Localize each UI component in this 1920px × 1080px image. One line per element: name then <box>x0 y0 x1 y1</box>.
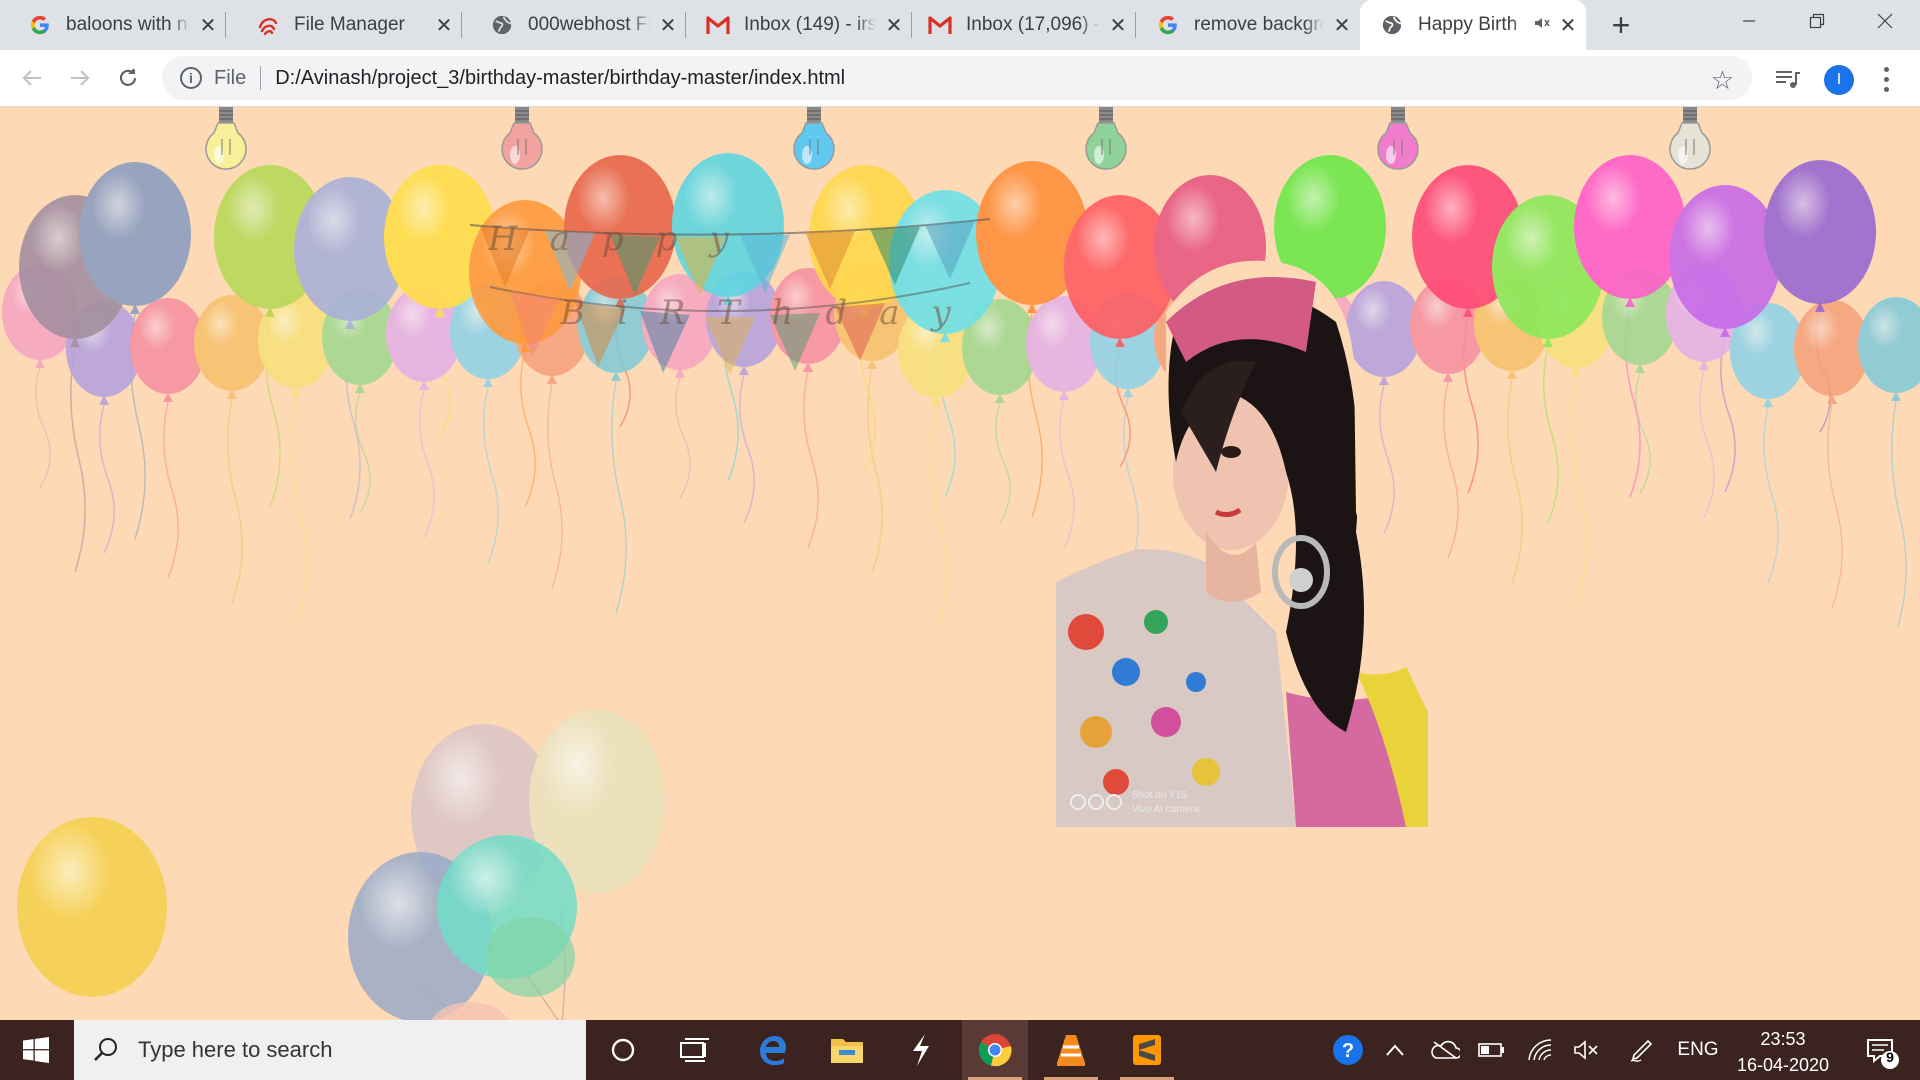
photo-watermark-line1: Shot on Y15 <box>1132 790 1187 801</box>
balloon-cluster <box>17 709 665 1020</box>
tab-title: File Manager <box>294 14 405 35</box>
tab-title: remove backgro <box>1194 14 1324 35</box>
kebab-menu-icon[interactable] <box>1876 64 1896 94</box>
light-bulb-icon <box>1080 107 1132 183</box>
close-icon[interactable]: ✕ <box>1108 15 1128 37</box>
tab-000webhost[interactable]: 000webhost File ✕ <box>462 0 686 50</box>
tab-title: Inbox (149) - irs <box>744 14 876 35</box>
notification-center-icon[interactable]: 9 <box>1860 1030 1900 1070</box>
reload-button[interactable] <box>110 60 146 96</box>
onedrive-icon[interactable] <box>1428 1020 1462 1080</box>
chevron-up-icon[interactable] <box>1380 1020 1410 1080</box>
forward-button[interactable] <box>62 60 98 96</box>
profile-avatar[interactable]: I <box>1824 65 1854 95</box>
sublime-text-icon[interactable] <box>1114 1020 1180 1080</box>
taskbar-search-box[interactable]: Type here to search <box>74 1020 586 1080</box>
scheme-label: File <box>214 66 247 89</box>
speaker-muted-icon[interactable] <box>1534 16 1550 34</box>
close-window-button[interactable] <box>1856 0 1914 42</box>
clock-time: 23:53 <box>1760 1029 1806 1049</box>
tab-title: Inbox (17,096) - <box>966 14 1100 35</box>
photo-watermark-line2: Vivo AI camera <box>1132 804 1200 815</box>
battery-icon[interactable] <box>1476 1020 1508 1080</box>
google-g-icon <box>1156 13 1180 37</box>
search-placeholder: Type here to search <box>138 1037 333 1062</box>
close-icon[interactable]: ✕ <box>658 15 678 37</box>
info-icon[interactable]: i <box>180 67 202 89</box>
globe-icon <box>1380 13 1404 37</box>
bookmark-star-icon[interactable]: ☆ <box>1711 65 1734 96</box>
close-icon[interactable]: ✕ <box>198 15 218 37</box>
tab-inbox-149[interactable]: Inbox (149) - irs ✕ <box>686 0 912 50</box>
light-bulb-icon <box>496 107 548 183</box>
birthday-page: Happy BiRThday Shot on Y15 Vivo AI camer… <box>0 107 1920 1020</box>
tab-file-manager[interactable]: File Manager ✕ <box>226 0 462 50</box>
tab-strip: baloons with no ✕ File Manager ✕ 000webh… <box>0 0 1920 50</box>
url-text[interactable]: D:/Avinash/project_3/birthday-master/bir… <box>275 67 845 90</box>
light-bulb-icon <box>1664 107 1716 183</box>
banner-text-happy: Happy <box>488 219 761 259</box>
tab-title: Happy Birth <box>1418 14 1518 35</box>
tab-title: 000webhost File <box>528 14 650 35</box>
chrome-icon[interactable] <box>962 1020 1028 1080</box>
cortana-icon[interactable] <box>590 1020 656 1080</box>
edge-icon[interactable] <box>740 1020 806 1080</box>
tab-baloons[interactable]: baloons with no ✕ <box>0 0 226 50</box>
task-view-icon[interactable] <box>662 1020 728 1080</box>
new-tab-button[interactable]: + <box>1604 7 1638 43</box>
close-icon[interactable]: ✕ <box>1558 15 1578 37</box>
globe-icon <box>490 13 514 37</box>
help-icon[interactable]: ? <box>1328 1020 1368 1080</box>
app-lightning-icon[interactable] <box>888 1020 954 1080</box>
restore-button[interactable] <box>1788 0 1846 42</box>
clock[interactable]: 23:53 16-04-2020 <box>1720 1026 1846 1078</box>
search-icon <box>94 1038 117 1061</box>
filemanager-swirl-icon <box>256 13 280 37</box>
close-icon[interactable]: ✕ <box>434 15 454 37</box>
volume-muted-icon[interactable] <box>1570 1020 1602 1080</box>
notification-count: 9 <box>1886 1049 1894 1065</box>
media-controls-icon[interactable] <box>1772 64 1802 94</box>
close-icon[interactable]: ✕ <box>1332 15 1352 37</box>
close-icon[interactable]: ✕ <box>884 15 904 37</box>
light-bulb-icon <box>1372 107 1424 183</box>
tab-title: baloons with no <box>66 14 190 35</box>
windows-taskbar: Type here to search ? ENG 23:53 16-04-20… <box>0 1020 1920 1080</box>
clock-date: 16-04-2020 <box>1736 1055 1830 1075</box>
tab-happy-birthday[interactable]: Happy Birth ✕ <box>1360 0 1586 50</box>
gmail-icon <box>928 13 952 37</box>
back-button[interactable] <box>14 60 50 96</box>
omnibox-divider <box>260 66 262 90</box>
vlc-icon[interactable] <box>1038 1020 1104 1080</box>
tab-remove-background[interactable]: remove backgro ✕ <box>1136 0 1360 50</box>
start-button[interactable] <box>0 1020 72 1080</box>
google-g-icon <box>28 13 52 37</box>
light-bulb-icon <box>788 107 840 183</box>
banner-text-birthday: BiRThday <box>560 293 983 333</box>
gmail-icon <box>706 13 730 37</box>
address-bar[interactable]: i File D:/Avinash/project_3/birthday-mas… <box>162 56 1752 100</box>
svg-text:?: ? <box>1342 1040 1354 1062</box>
minimize-button[interactable] <box>1720 0 1778 42</box>
light-bulb-icon <box>200 107 252 183</box>
language-indicator[interactable]: ENG <box>1670 1020 1726 1080</box>
pen-icon[interactable] <box>1626 1020 1658 1080</box>
tab-inbox-17096[interactable]: Inbox (17,096) - ✕ <box>912 0 1136 50</box>
wifi-icon[interactable] <box>1524 1020 1556 1080</box>
file-explorer-icon[interactable] <box>814 1020 880 1080</box>
birthday-person-photo <box>1056 260 1428 827</box>
browser-toolbar: i File D:/Avinash/project_3/birthday-mas… <box>0 50 1920 107</box>
